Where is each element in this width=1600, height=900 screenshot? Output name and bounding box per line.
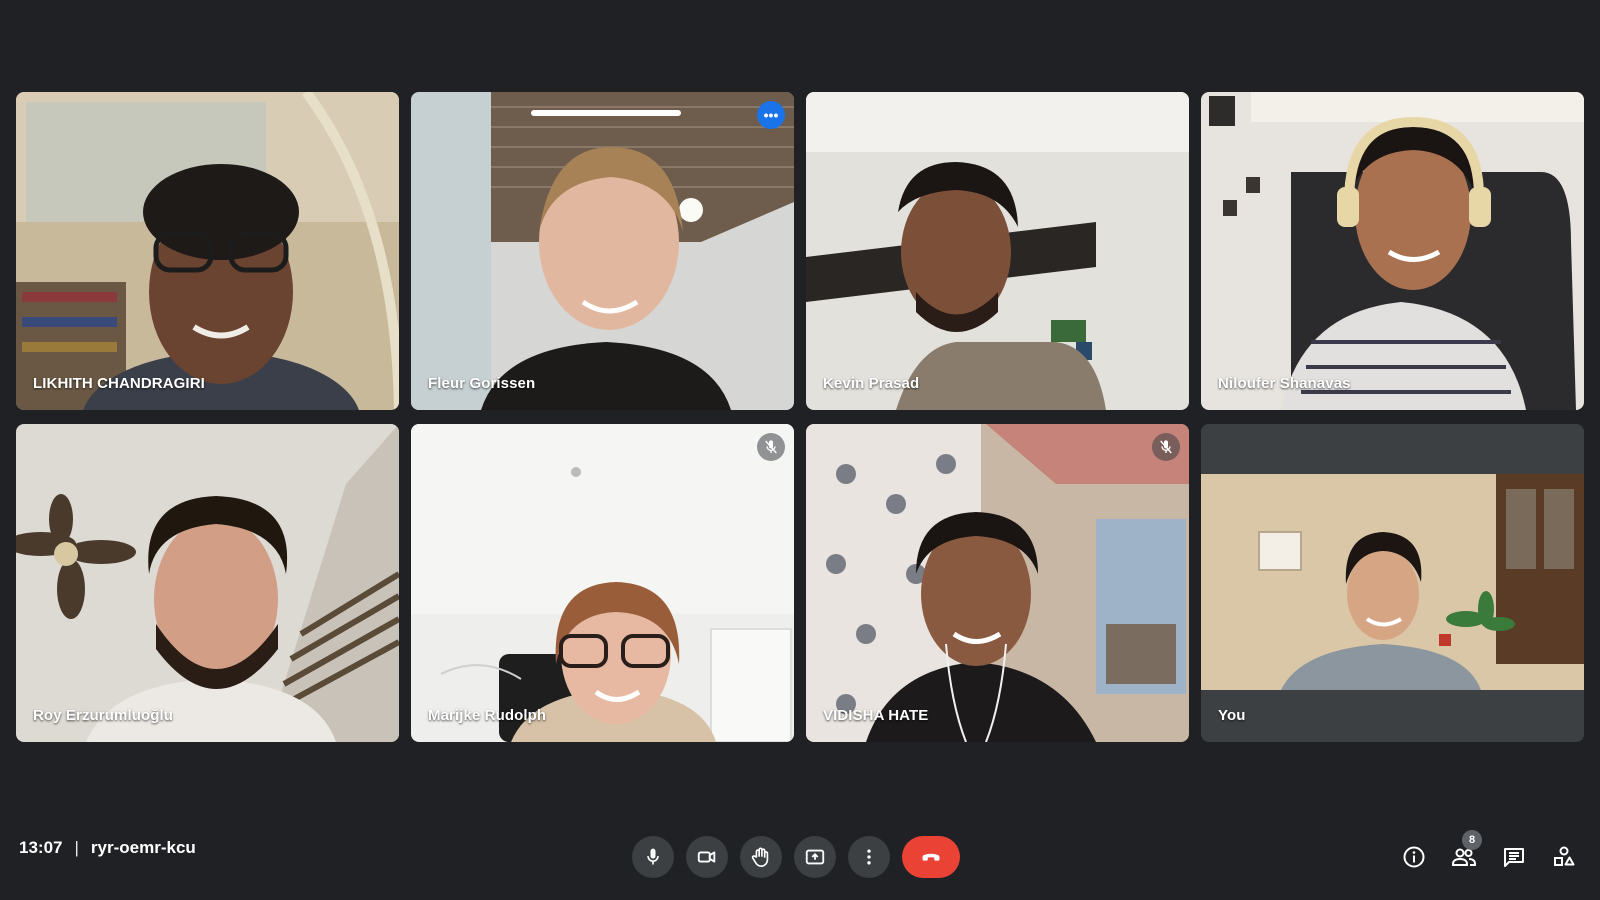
participant-name: Roy Erzurumluoğlu (33, 707, 174, 724)
participant-tile[interactable]: Niloufer Shanavas (1201, 92, 1584, 410)
participant-name: You (1218, 707, 1246, 724)
participant-video (16, 92, 399, 410)
end-call-icon (922, 853, 940, 861)
info-icon (1403, 846, 1425, 868)
participant-video (1201, 424, 1584, 742)
participant-video (411, 92, 794, 410)
chat-button[interactable] (1498, 836, 1530, 878)
meeting-code[interactable]: ryr-oemr-kcu (91, 838, 196, 858)
more-vert-icon (867, 849, 871, 865)
meeting-details: 13:07 | ryr-oemr-kcu (19, 838, 196, 858)
participant-name: Niloufer Shanavas (1218, 375, 1351, 392)
camera-button[interactable] (686, 836, 728, 878)
activities-button[interactable] (1548, 836, 1580, 878)
activities-icon (1554, 846, 1575, 866)
mic-off-icon (1152, 433, 1180, 461)
mic-off-icon (757, 433, 785, 461)
side-panel-controls: 8 (1398, 830, 1580, 878)
meeting-details-button[interactable] (1398, 836, 1430, 878)
participant-tile-self[interactable]: You (1201, 424, 1584, 742)
people-button[interactable]: 8 (1448, 830, 1482, 878)
participant-video (806, 92, 1189, 410)
participant-name: Fleur Gorissen (428, 375, 536, 392)
mic-icon (647, 848, 659, 865)
participant-name: Kevin Prasad (823, 375, 920, 392)
call-controls (632, 836, 960, 878)
more-options-button[interactable] (848, 836, 890, 878)
more-options-icon[interactable]: ••• (757, 101, 785, 129)
participant-tile[interactable]: LIKHITH CHANDRAGIRI (16, 92, 399, 410)
participant-count-badge: 8 (1462, 830, 1482, 850)
participant-tile-active-speaker[interactable]: ••• Fleur Gorissen (411, 92, 794, 410)
leave-call-button[interactable] (902, 836, 960, 878)
participant-video (1201, 92, 1584, 410)
participant-tile[interactable]: VIDISHA HATE (806, 424, 1189, 742)
call-toolbar: 13:07 | ryr-oemr-kcu 8 (0, 822, 1600, 878)
microphone-button[interactable] (632, 836, 674, 878)
divider: | (74, 838, 79, 857)
camera-icon (697, 851, 716, 863)
chat-icon (1504, 848, 1524, 867)
participant-video (411, 424, 794, 742)
participant-tile[interactable]: Kevin Prasad (806, 92, 1189, 410)
raise-hand-button[interactable] (740, 836, 782, 878)
participant-video (16, 424, 399, 742)
present-now-button[interactable] (794, 836, 836, 878)
participant-name: VIDISHA HATE (823, 707, 929, 724)
participant-tile[interactable]: Roy Erzurumluoğlu (16, 424, 399, 742)
participant-name: LIKHITH CHANDRAGIRI (33, 375, 205, 392)
participant-tile[interactable]: Marijke Rudolph (411, 424, 794, 742)
participant-video (806, 424, 1189, 742)
meeting-time: 13:07 (19, 838, 63, 857)
video-grid: LIKHITH CHANDRAGIRI ••• Fleur Gorissen K… (16, 92, 1584, 742)
hand-icon (751, 847, 769, 867)
participant-name: Marijke Rudolph (428, 707, 547, 724)
present-icon (805, 849, 825, 865)
